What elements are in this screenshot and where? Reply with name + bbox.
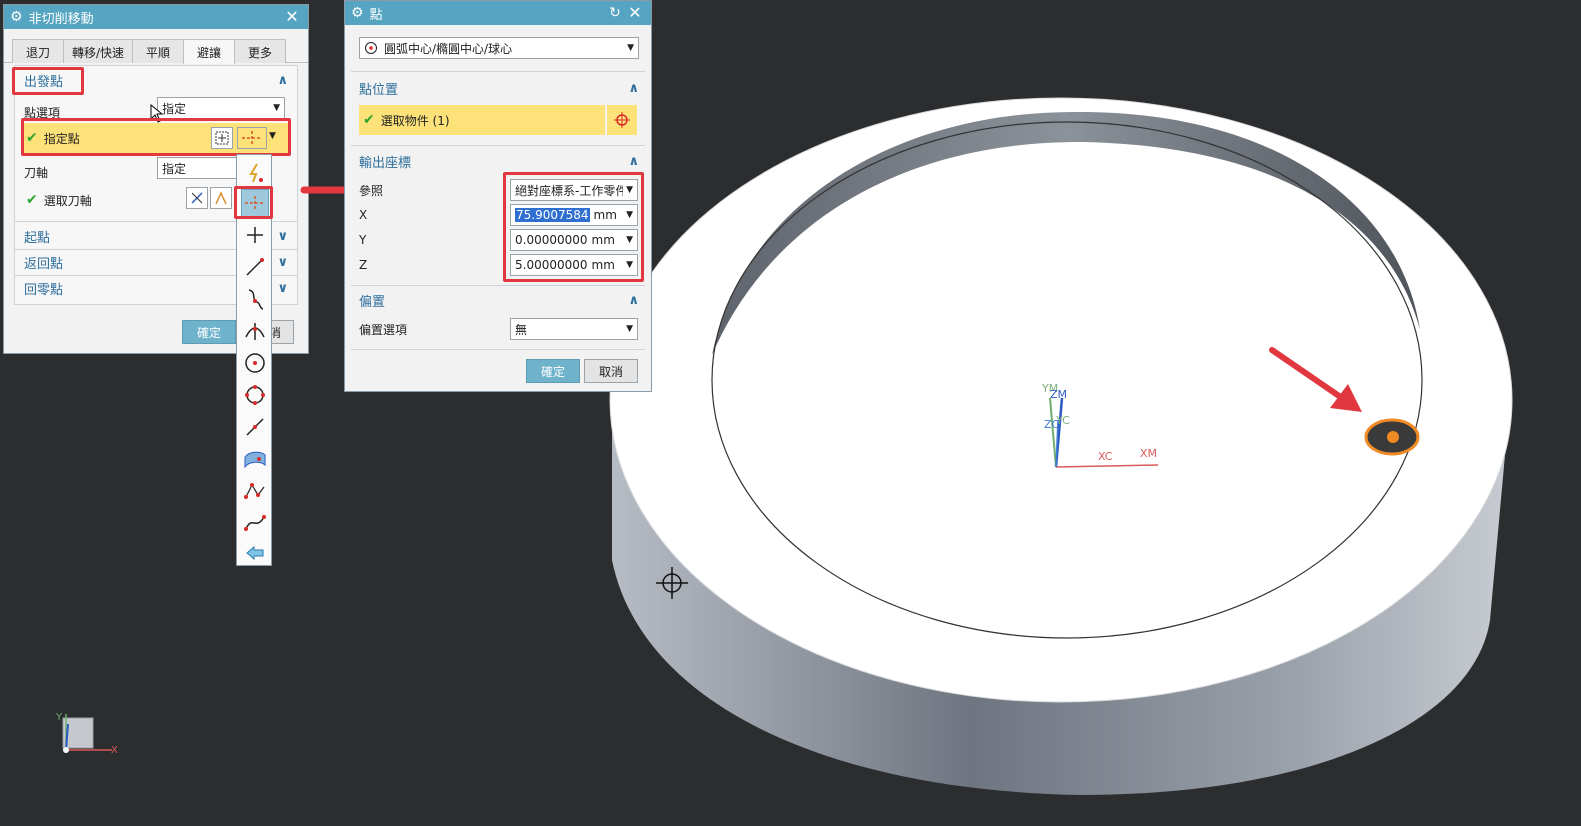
dialog-title: 點	[369, 7, 383, 23]
x-label: X	[359, 208, 368, 222]
chevron-up-icon[interactable]: ∧	[277, 73, 288, 88]
section-output-coords-label: 輸出座標	[359, 155, 412, 171]
ok-button[interactable]: 確定	[182, 320, 236, 344]
intersection-point-icon[interactable]	[241, 317, 269, 345]
tab-smoothing[interactable]: 平順	[132, 39, 184, 63]
selected-hole-icon[interactable]	[1364, 418, 1420, 456]
section-point-location[interactable]: 點位置 ∧	[349, 75, 649, 101]
axis-label-zm: ZM	[1050, 388, 1067, 401]
tool-axis-dropdown[interactable]: 指定	[157, 157, 237, 179]
dialog-title: 非切削移動	[28, 11, 94, 27]
spline-point-icon[interactable]	[241, 509, 269, 537]
annotation-box-start-point	[12, 67, 84, 95]
select-object-label: 選取物件 (1)	[380, 113, 450, 128]
tab-bar: 退刀 轉移/快速 平順 避讓 更多	[4, 29, 308, 64]
offset-option-row: 偏置選項	[359, 318, 407, 340]
dialog-titlebar[interactable]: ⚙ 點 ↻ ✕	[345, 1, 651, 25]
tab-retract[interactable]: 退刀	[12, 39, 64, 63]
view-triad-icon	[62, 714, 112, 753]
tool-axis-row: 刀軸	[24, 161, 48, 183]
chevron-down-icon: ▼	[627, 43, 634, 53]
point-option-value: 指定	[162, 101, 187, 116]
close-icon[interactable]: ✕	[625, 5, 645, 21]
section-home-label: 回零點	[24, 282, 64, 298]
point-option-dropdown[interactable]: 指定 ▼	[157, 97, 285, 119]
section-offset[interactable]: 偏置 ∧	[349, 287, 649, 313]
tab-more[interactable]: 更多	[234, 39, 286, 63]
control-point-icon[interactable]	[241, 285, 269, 313]
ok-button[interactable]: 確定	[526, 359, 580, 383]
tool-axis-value: 指定	[162, 161, 187, 176]
select-tool-axis-label: 選取刀軸	[43, 193, 92, 208]
dialog-titlebar[interactable]: ⚙ 非切削移動 ✕	[4, 5, 308, 29]
point-on-surface-icon[interactable]	[241, 445, 269, 473]
section-offset-label: 偏置	[359, 294, 386, 310]
reference-label: 參照	[359, 183, 384, 198]
chevron-up-icon[interactable]: ∧	[628, 293, 639, 308]
checkmark-icon: ✔	[26, 192, 38, 208]
tab-avoidance[interactable]: 避讓	[183, 39, 235, 64]
chevron-down-icon: ▼	[273, 103, 280, 113]
triad-label-x: X	[111, 745, 118, 756]
arc-center-icon	[365, 42, 377, 54]
snap-target-button[interactable]	[607, 105, 637, 135]
gear-icon[interactable]: ⚙	[10, 9, 23, 25]
y-label: Y	[359, 233, 367, 247]
tab-transfer[interactable]: 轉移/快速	[63, 39, 133, 63]
chevron-down-icon[interactable]: ∨	[277, 281, 288, 296]
offset-option-value: 無	[515, 322, 528, 337]
annotation-box-specify-point	[21, 118, 291, 156]
annotation-box-output-coords	[503, 172, 644, 282]
x-row: X	[359, 204, 367, 226]
section-return-label: 返回點	[24, 256, 64, 272]
axis-label-xc: XC	[1098, 450, 1113, 463]
close-icon[interactable]: ✕	[282, 9, 302, 25]
axis-label-xm: XM	[1140, 447, 1157, 460]
z-row: Z	[359, 254, 367, 276]
section-start-label: 起點	[24, 230, 51, 246]
checkmark-icon: ✔	[363, 112, 375, 128]
axis-label-yc: YC	[1055, 414, 1070, 427]
y-row: Y	[359, 229, 366, 251]
point-type-value: 圓弧中心/橢圓中心/球心	[384, 41, 513, 56]
quadrant-point-icon[interactable]	[241, 381, 269, 409]
chevron-up-icon[interactable]: ∧	[628, 81, 639, 96]
chevron-down-icon: ▼	[626, 324, 633, 334]
tool-axis-label: 刀軸	[24, 165, 49, 180]
arc-center-icon[interactable]	[241, 349, 269, 377]
chevron-down-icon[interactable]: ∨	[277, 255, 288, 270]
offset-option-label: 偏置選項	[359, 322, 408, 337]
vector-dialog-button[interactable]	[210, 187, 232, 209]
z-label: Z	[359, 258, 368, 272]
point-on-curve-icon[interactable]	[241, 413, 269, 441]
select-tool-axis-row: ✔ 選取刀軸	[26, 189, 92, 211]
end-point-icon[interactable]	[241, 253, 269, 281]
offset-option-dropdown[interactable]: 無 ▼	[510, 318, 638, 340]
select-object-label-group: ✔ 選取物件 (1)	[363, 109, 450, 131]
chevron-up-icon[interactable]: ∧	[628, 154, 639, 169]
back-arrow-icon[interactable]	[241, 539, 269, 567]
section-point-location-label: 點位置	[359, 82, 399, 98]
between-points-icon[interactable]	[241, 477, 269, 505]
point-type-dropdown[interactable]: 圓弧中心/橢圓中心/球心 ▼	[359, 37, 639, 59]
point-dialog: ⚙ 點 ↻ ✕ 圓弧中心/橢圓中心/球心 ▼ 點位置 ∧ ✔ 選取物件 (1) …	[344, 0, 652, 392]
annotation-box-cursor-location	[234, 186, 273, 219]
section-output-coords[interactable]: 輸出座標 ∧	[349, 148, 649, 174]
reset-icon[interactable]: ↻	[605, 5, 625, 21]
reference-row: 參照	[359, 179, 383, 201]
chevron-down-icon[interactable]: ∨	[277, 229, 288, 244]
inferred-point-icon[interactable]	[241, 159, 269, 187]
gear-icon[interactable]: ⚙	[351, 5, 364, 21]
triad-label-y: Y	[55, 712, 63, 723]
existing-point-icon[interactable]	[241, 221, 269, 249]
cancel-button[interactable]: 取消	[584, 359, 638, 383]
reverse-direction-button[interactable]	[186, 187, 208, 209]
